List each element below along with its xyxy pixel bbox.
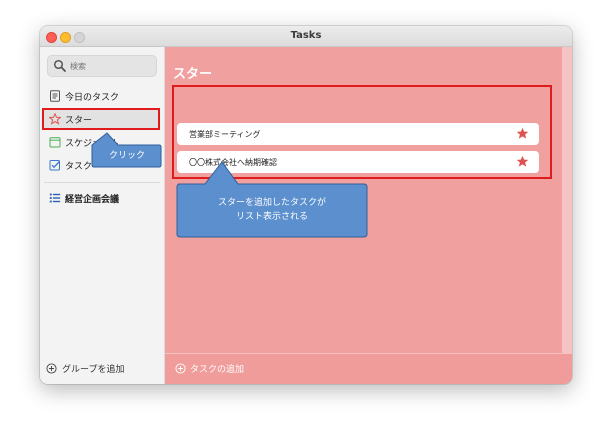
checkbox-icon [49,160,60,171]
today-list-icon [50,90,60,102]
sidebar-item-starred[interactable]: スター [42,108,160,130]
page-title: スター [173,67,213,82]
star-filled-icon[interactable] [516,127,529,140]
scroll-track [562,47,572,354]
main-footer: タスクの追加 [165,353,572,384]
sidebar-group-item[interactable]: 経営企画会議 [44,189,158,207]
task-row[interactable]: 営業部ミーティング [177,123,539,145]
list-icon [49,193,61,203]
add-task-label: タスクの追加 [190,365,245,375]
task-title: 〇〇株式会社へ納期確認 [189,158,277,167]
sidebar-item-tasks[interactable]: タスク [44,156,158,174]
window-title: Tasks [290,30,322,41]
sidebar-item-schedule[interactable]: スケジュール [44,133,158,151]
main-panel: スター 営業部ミーティング 〇〇株式会社へ納期確認 タスクの追加 [165,47,572,384]
calendar-icon [49,137,61,148]
search-input[interactable] [70,59,150,73]
sidebar-item-today[interactable]: 今日のタスク [44,87,158,105]
add-group-label: グループを追加 [62,365,125,375]
sidebar-item-label: タスク [65,162,93,172]
search-box[interactable] [47,55,157,77]
app-window: Tasks 今日のタスク スター [40,26,572,384]
star-filled-icon[interactable] [516,155,529,168]
sidebar-item-label: スター [65,116,93,126]
sidebar: 今日のタスク スター スケジュール タスク [40,47,165,384]
sidebar-item-label: 今日のタスク [65,93,120,103]
sidebar-item-label: スケジュール [65,139,119,149]
add-group-button[interactable]: グループを追加 [46,361,156,377]
sidebar-group-label: 経営企画会議 [65,195,120,205]
title-bar: Tasks [40,26,572,47]
plus-circle-icon [46,363,57,374]
star-outline-icon [49,113,61,125]
search-icon [53,59,66,72]
plus-circle-icon [175,363,186,374]
task-row[interactable]: 〇〇株式会社へ納期確認 [177,151,539,173]
sidebar-divider [44,182,160,183]
task-title: 営業部ミーティング [189,130,261,139]
